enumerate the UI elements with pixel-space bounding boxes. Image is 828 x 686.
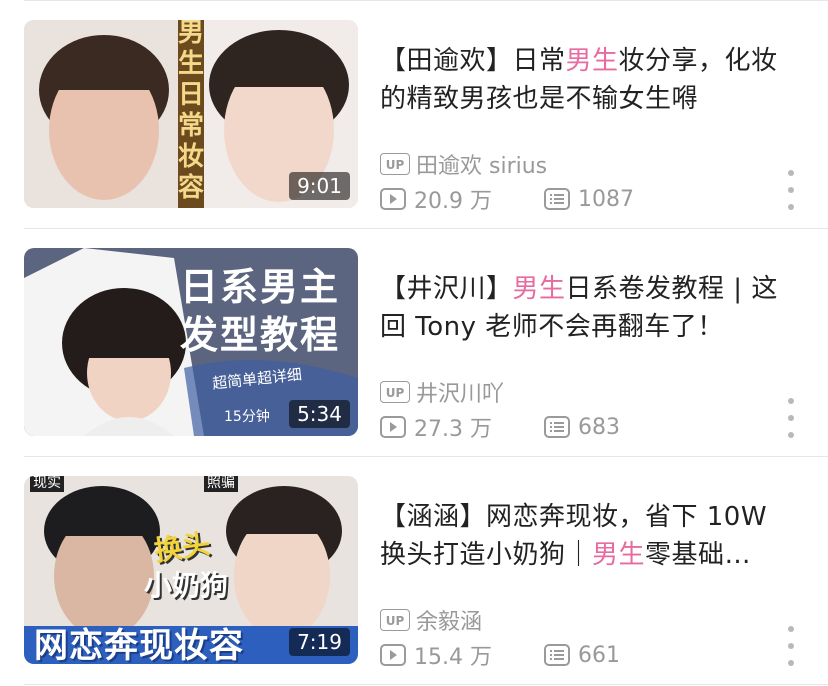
more-vertical-icon[interactable] xyxy=(784,398,798,438)
stats-row: 27.3 万 683 xyxy=(380,411,620,443)
more-vertical-icon[interactable] xyxy=(784,626,798,666)
video-thumbnail[interactable]: 现实 照骗 换头 小奶狗 网恋奔现妆容 7:19 xyxy=(24,476,358,664)
view-count: 20.9 万 xyxy=(380,183,492,215)
danmaku-count: 1087 xyxy=(543,187,634,212)
stats-row: 15.4 万 661 xyxy=(380,639,620,671)
video-duration: 5:34 xyxy=(289,400,350,428)
danmaku-count: 661 xyxy=(543,643,620,668)
up-icon: UP xyxy=(380,609,410,631)
video-card[interactable]: 日系男主 发型教程 超简单超详细 15分钟 5:34 【井沢川】男生日系卷发教程… xyxy=(0,248,828,448)
video-duration: 9:01 xyxy=(289,172,350,200)
play-icon xyxy=(380,188,406,210)
thumb-tag: 照骗 xyxy=(204,476,238,492)
thumb-overlay-text: 发型教程 xyxy=(180,313,341,357)
thumb-overlay-text: 换头 xyxy=(152,527,213,568)
video-title[interactable]: 【涵涵】网恋奔现妆，省下 10W 换头打造小奶狗｜男生零基础… xyxy=(380,498,800,574)
keyword-highlight: 男生 xyxy=(592,540,646,570)
uploader-name: 余毅涵 xyxy=(416,610,483,635)
thumb-overlay-text: 15分钟 xyxy=(224,409,270,425)
thumb-overlay-text: 日系男主 xyxy=(180,265,341,309)
more-vertical-icon[interactable] xyxy=(784,170,798,210)
video-duration: 7:19 xyxy=(289,628,350,656)
keyword-highlight: 男生 xyxy=(565,46,619,76)
play-icon xyxy=(380,644,406,666)
divider xyxy=(24,0,828,1)
danmaku-count: 683 xyxy=(543,415,620,440)
play-icon xyxy=(380,416,406,438)
danmaku-icon xyxy=(543,416,570,438)
up-icon: UP xyxy=(380,381,410,403)
video-card[interactable]: 男生日常妆容 9:01 【田逾欢】日常男生妆分享，化妆的精致男孩也是不输女生嘚 … xyxy=(0,20,828,220)
danmaku-icon xyxy=(543,188,570,210)
uploader-name: 田逾欢 sirius xyxy=(416,154,548,179)
danmaku-icon xyxy=(543,644,570,666)
video-thumbnail[interactable]: 男生日常妆容 9:01 xyxy=(24,20,358,208)
uploader-row[interactable]: UP 余毅涵 xyxy=(380,604,482,636)
thumb-overlay-text: 网恋奔现妆容 xyxy=(34,626,244,664)
up-icon: UP xyxy=(380,153,410,175)
view-count: 27.3 万 xyxy=(380,411,492,443)
uploader-name: 井沢川吖 xyxy=(416,382,505,407)
divider xyxy=(24,456,828,457)
video-title[interactable]: 【井沢川】男生日系卷发教程 | 这回 Tony 老师不会再翻车了！ xyxy=(380,270,800,346)
view-count: 15.4 万 xyxy=(380,639,492,671)
keyword-highlight: 男生 xyxy=(512,274,566,304)
stats-row: 20.9 万 1087 xyxy=(380,183,634,215)
video-card[interactable]: 现实 照骗 换头 小奶狗 网恋奔现妆容 7:19 【涵涵】网恋奔现妆，省下 10… xyxy=(0,476,828,676)
thumb-tag: 现实 xyxy=(30,476,64,492)
video-title[interactable]: 【田逾欢】日常男生妆分享，化妆的精致男孩也是不输女生嘚 xyxy=(380,42,800,118)
thumb-overlay-text: 男生日常妆容 xyxy=(177,20,204,203)
video-thumbnail[interactable]: 日系男主 发型教程 超简单超详细 15分钟 5:34 xyxy=(24,248,358,436)
divider xyxy=(24,228,828,229)
video-list: 男生日常妆容 9:01 【田逾欢】日常男生妆分享，化妆的精致男孩也是不输女生嘚 … xyxy=(0,0,828,686)
uploader-row[interactable]: UP 田逾欢 sirius xyxy=(380,148,547,180)
divider xyxy=(24,684,828,685)
uploader-row[interactable]: UP 井沢川吖 xyxy=(380,376,504,408)
thumb-overlay-text: 小奶狗 xyxy=(144,569,229,602)
